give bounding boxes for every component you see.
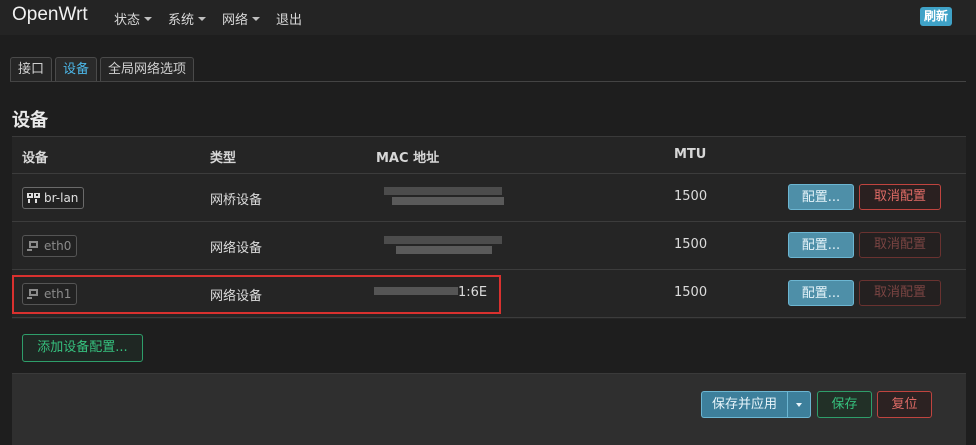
mtu-value: 1500 <box>674 189 708 204</box>
tab-interfaces[interactable]: 接口 <box>10 57 53 81</box>
device-name: eth0 <box>44 239 72 253</box>
menu-status[interactable]: 状态 <box>114 9 153 28</box>
refresh-badge[interactable]: 刷新 <box>919 7 952 26</box>
configure-button[interactable]: 配置... <box>788 280 854 306</box>
device-name: br-lan <box>44 191 79 205</box>
device-badge[interactable]: br-lan <box>22 187 85 209</box>
save-button[interactable]: 保存 <box>817 391 872 418</box>
chevron-down-icon <box>198 16 207 21</box>
save-apply-dropdown-toggle[interactable] <box>787 391 811 418</box>
mac-redaction <box>384 236 502 244</box>
header-type: 类型 <box>210 151 237 166</box>
section-title: 设备 <box>12 110 48 131</box>
table-row: eth0 网络设备 1500 配置... 取消配置 <box>12 222 966 270</box>
device-type: 网桥设备 <box>210 193 263 208</box>
chevron-down-icon <box>796 403 802 407</box>
menu-logout[interactable]: 退出 <box>276 9 302 28</box>
configure-button[interactable]: 配置... <box>788 184 854 210</box>
chevron-down-icon <box>144 16 153 21</box>
bridge-icon <box>27 192 41 204</box>
header-mac: MAC 地址 <box>376 151 440 166</box>
add-device-config-button[interactable]: 添加设备配置... <box>22 334 143 362</box>
main-menu: 状态 系统 网络 退出 <box>114 9 318 28</box>
table-header: 设备 类型 MAC 地址 MTU <box>12 137 966 174</box>
menu-status-label: 状态 <box>114 13 141 28</box>
menu-network[interactable]: 网络 <box>222 9 261 28</box>
unconfigure-button[interactable]: 取消配置 <box>859 184 941 210</box>
chevron-down-icon <box>252 16 261 21</box>
brand-logo-text[interactable]: OpenWrt <box>12 4 88 26</box>
highlight-box <box>12 275 501 314</box>
form-footer: 保存并应用 保存 复位 <box>12 373 966 445</box>
table-row: br-lan 网桥设备 1500 配置... 取消配置 <box>12 174 966 222</box>
mac-redaction <box>392 197 504 205</box>
save-apply-button[interactable]: 保存并应用 <box>701 391 787 418</box>
tab-devices[interactable]: 设备 <box>55 57 98 81</box>
mac-redaction <box>396 246 492 254</box>
header-mtu: MTU <box>674 147 707 162</box>
mac-redaction <box>384 187 502 195</box>
configure-button[interactable]: 配置... <box>788 232 854 258</box>
header-device: 设备 <box>22 151 49 166</box>
menu-system[interactable]: 系统 <box>168 9 207 28</box>
menu-system-label: 系统 <box>168 13 195 28</box>
mtu-value: 1500 <box>674 285 708 300</box>
top-navbar: OpenWrt 状态 系统 网络 退出 刷新 <box>0 0 976 35</box>
tab-bar: 接口 设备 全局网络选项 <box>10 57 197 81</box>
unconfigure-button[interactable]: 取消配置 <box>859 232 941 258</box>
device-badge[interactable]: eth0 <box>22 235 78 257</box>
unconfigure-button[interactable]: 取消配置 <box>859 280 941 306</box>
tab-divider <box>10 81 966 82</box>
menu-network-label: 网络 <box>222 13 249 28</box>
device-type: 网络设备 <box>210 241 263 256</box>
menu-logout-label: 退出 <box>276 13 303 28</box>
tab-global-network-options[interactable]: 全局网络选项 <box>100 57 195 81</box>
ethernet-port-icon <box>27 240 41 252</box>
mtu-value: 1500 <box>674 237 708 252</box>
reset-button[interactable]: 复位 <box>877 391 932 418</box>
